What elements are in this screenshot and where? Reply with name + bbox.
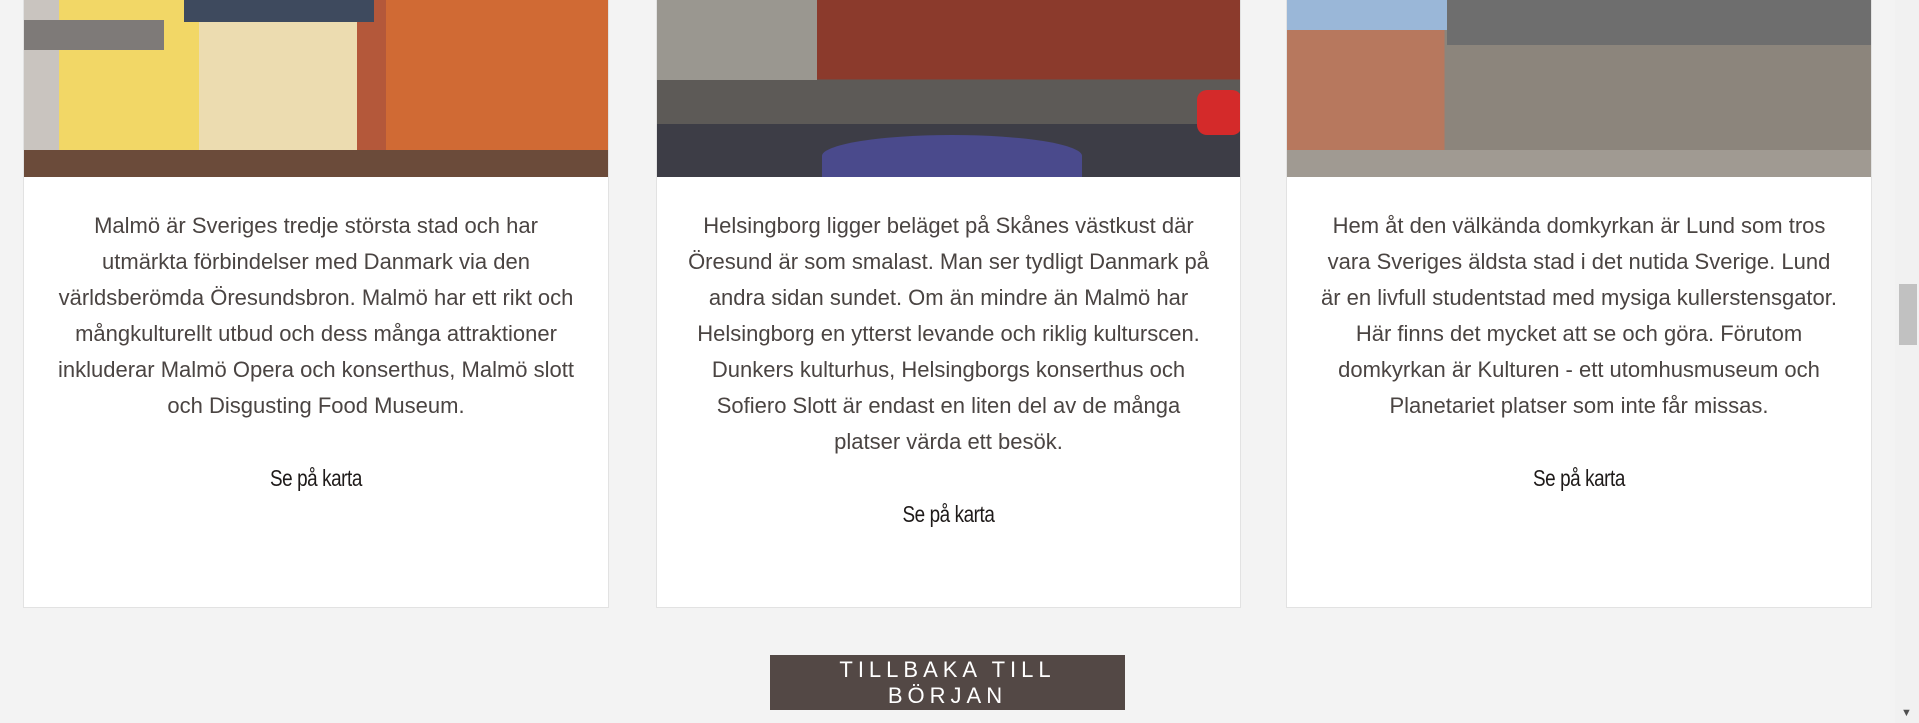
- malmo-image: [24, 0, 608, 177]
- lund-image: [1287, 0, 1871, 177]
- card-description: Hem åt den välkända domkyrkan är Lund so…: [1320, 213, 1838, 418]
- scroll-down-arrow-icon[interactable]: ▼: [1901, 707, 1912, 719]
- back-to-top-button[interactable]: TILLBAKA TILL BÖRJAN: [770, 655, 1125, 710]
- vertical-scrollbar[interactable]: ▼: [1895, 0, 1919, 723]
- city-card-lund: Hem åt den välkända domkyrkan är Lund so…: [1286, 0, 1872, 608]
- city-card-helsingborg: Helsingborg ligger beläget på Skånes väs…: [656, 0, 1241, 608]
- card-description: Malmö är Sveriges tredje största stad oc…: [58, 213, 574, 418]
- see-on-map-link[interactable]: Se på karta: [101, 460, 531, 496]
- scrollbar-thumb[interactable]: [1899, 284, 1917, 345]
- see-on-map-link[interactable]: Se på karta: [1364, 460, 1794, 496]
- see-on-map-link[interactable]: Se på karta: [734, 496, 1163, 532]
- city-card-malmo: Malmö är Sveriges tredje största stad oc…: [23, 0, 609, 608]
- card-description: Helsingborg ligger beläget på Skånes väs…: [688, 213, 1209, 454]
- helsingborg-image: [657, 0, 1240, 177]
